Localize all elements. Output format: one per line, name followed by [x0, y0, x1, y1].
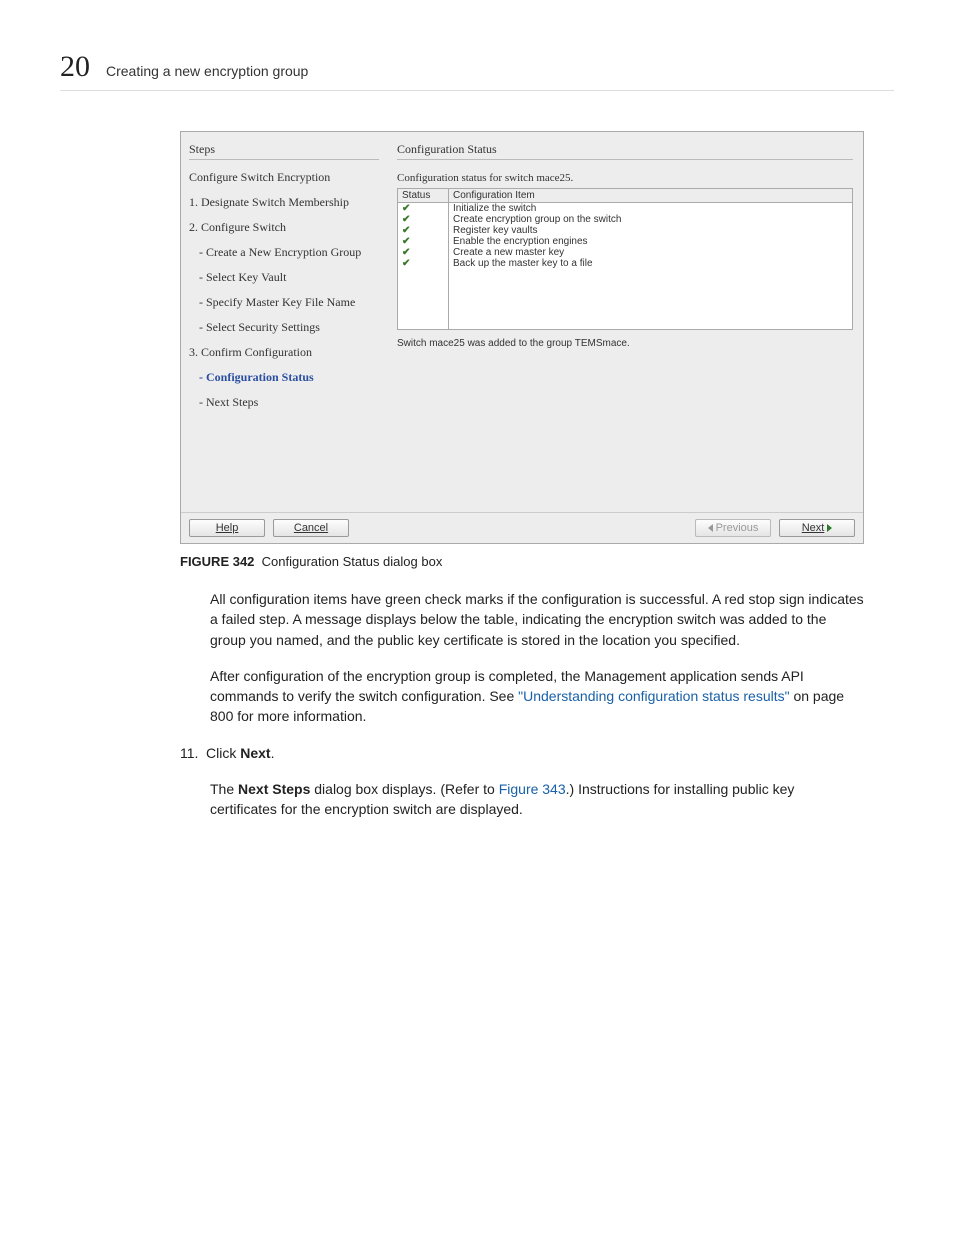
config-status-dialog: Steps Configure Switch Encryption 1. Des…	[180, 131, 864, 544]
step-designate-membership: 1. Designate Switch Membership	[189, 195, 379, 210]
check-icon: ✔	[398, 214, 449, 225]
table-row: ✔Create a new master key	[398, 247, 853, 258]
configuration-status-pane: Configuration Status Configuration statu…	[387, 132, 863, 512]
substep-next-steps: - Next Steps	[199, 395, 379, 410]
triangle-left-icon	[708, 524, 713, 532]
steps-heading: Steps	[189, 142, 379, 160]
table-row: ✔Initialize the switch	[398, 203, 853, 215]
status-heading: Configuration Status	[397, 142, 853, 160]
step-configure-switch: 2. Configure Switch	[189, 220, 379, 235]
triangle-right-icon	[827, 524, 832, 532]
substep-create-group: - Create a New Encryption Group	[199, 245, 379, 260]
link-figure-343[interactable]: Figure 343	[499, 781, 566, 797]
help-button[interactable]: Help	[189, 519, 265, 537]
previous-button[interactable]: Previous	[695, 519, 771, 537]
substep-configuration-status: - Configuration Status	[199, 370, 379, 385]
step-confirm-configuration: 3. Confirm Configuration	[189, 345, 379, 360]
chapter-title: Creating a new encryption group	[106, 63, 308, 79]
status-message: Switch mace25 was added to the group TEM…	[397, 338, 853, 349]
status-caption: Configuration status for switch mace25.	[397, 172, 853, 184]
link-understanding-config-status[interactable]: "Understanding configuration status resu…	[518, 688, 789, 704]
table-row: ✔Enable the encryption engines	[398, 236, 853, 247]
step-configure-switch-encryption: Configure Switch Encryption	[189, 170, 379, 185]
next-button[interactable]: Next	[779, 519, 855, 537]
body-paragraph: The Next Steps dialog box displays. (Ref…	[210, 779, 864, 820]
status-table: Status Configuration Item ✔Initialize th…	[397, 188, 853, 330]
table-row: ✔Create encryption group on the switch	[398, 214, 853, 225]
dialog-button-bar: Help Cancel Previous Next	[181, 512, 863, 543]
col-item: Configuration Item	[449, 189, 853, 203]
body-paragraph: After configuration of the encryption gr…	[210, 666, 864, 727]
substep-specify-master-key: - Specify Master Key File Name	[199, 295, 379, 310]
figure-caption: FIGURE 342 Configuration Status dialog b…	[180, 554, 864, 569]
check-icon: ✔	[398, 247, 449, 258]
substep-select-security: - Select Security Settings	[199, 320, 379, 335]
wizard-steps-pane: Steps Configure Switch Encryption 1. Des…	[181, 132, 387, 512]
step-11: 11.Click Next.	[180, 743, 864, 763]
substep-select-key-vault: - Select Key Vault	[199, 270, 379, 285]
cancel-button[interactable]: Cancel	[273, 519, 349, 537]
table-row: ✔Back up the master key to a file	[398, 258, 853, 269]
check-icon: ✔	[398, 225, 449, 236]
col-status: Status	[398, 189, 449, 203]
table-row	[398, 269, 853, 330]
page-header: 20 Creating a new encryption group	[60, 50, 894, 91]
body-paragraph: All configuration items have green check…	[210, 589, 864, 650]
check-icon: ✔	[398, 203, 449, 215]
check-icon: ✔	[398, 258, 449, 269]
check-icon: ✔	[398, 236, 449, 247]
table-row: ✔Register key vaults	[398, 225, 853, 236]
chapter-number: 20	[60, 50, 90, 84]
